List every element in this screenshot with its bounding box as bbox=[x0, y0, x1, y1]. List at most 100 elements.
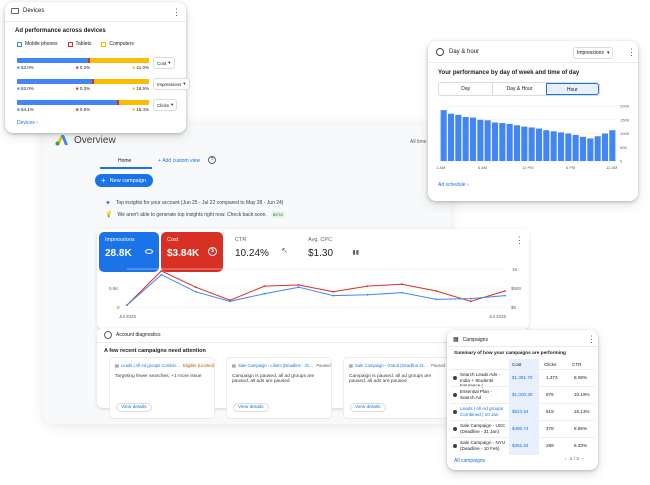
campaign-link-2[interactable]: Sale Campaign - Lifetm (Deadline - 31… bbox=[238, 363, 313, 368]
series-point[interactable] bbox=[263, 292, 266, 295]
series-point[interactable] bbox=[469, 300, 472, 303]
table-row[interactable]: Sale Campaign - USC (Deadline - 31 Jan) $… bbox=[450, 420, 595, 438]
device-metric-dropdown[interactable]: Impressions ▾ bbox=[153, 78, 190, 90]
series-point[interactable] bbox=[332, 294, 335, 297]
all-campaigns-link[interactable]: All campaigns bbox=[454, 458, 485, 464]
series-point[interactable] bbox=[332, 290, 335, 293]
series-point[interactable] bbox=[194, 286, 197, 289]
hour-bar[interactable] bbox=[572, 134, 579, 161]
campaign-name[interactable]: Sale Campaign - USC (Deadline - 31 Jan) bbox=[460, 423, 506, 434]
dayhour-metric-dropdown[interactable]: Impressions ▾ bbox=[573, 47, 614, 59]
col-header-cost[interactable]: Cost bbox=[512, 362, 521, 367]
campaign-name[interactable]: Leads | All Ad groups Combined | 10 Jan bbox=[460, 406, 506, 417]
series-point[interactable] bbox=[366, 293, 369, 296]
prev-page-icon[interactable]: ‹ bbox=[565, 457, 567, 462]
table-row[interactable]: Search Leads Ads - India + Students Insu… bbox=[450, 369, 595, 388]
hour-bar[interactable] bbox=[528, 127, 535, 161]
view-details-3[interactable]: View details bbox=[350, 403, 386, 412]
hour-bar[interactable] bbox=[491, 122, 499, 162]
help-icon[interactable]: ? bbox=[208, 156, 216, 164]
new-campaign-button[interactable]: + New campaign bbox=[95, 174, 153, 187]
hour-bar[interactable] bbox=[477, 119, 484, 161]
view-details-1[interactable]: View details bbox=[116, 403, 152, 412]
tab-add-custom-view[interactable]: + Add custom view bbox=[158, 158, 200, 164]
hour-bar[interactable] bbox=[521, 126, 528, 161]
series-point[interactable] bbox=[263, 285, 266, 287]
pager: ‹ 1 / 3 › bbox=[565, 457, 584, 462]
series-point[interactable] bbox=[504, 294, 506, 297]
devices-link[interactable]: Devices › bbox=[17, 120, 38, 126]
performance-more-icon[interactable]: ⋮ bbox=[515, 236, 524, 245]
tablet-value: ■ 0.5% bbox=[75, 107, 91, 112]
campaign-link-1[interactable]: Leads | All Ad groups Combin… bbox=[121, 363, 180, 368]
tab-hour[interactable]: Hour bbox=[545, 83, 599, 95]
campaign-name[interactable]: Essential Plan - Search Ad bbox=[460, 389, 506, 400]
series-point[interactable] bbox=[435, 298, 438, 301]
tab-day[interactable]: Day bbox=[439, 86, 492, 92]
dayhour-more-icon[interactable]: ⋮ bbox=[627, 48, 636, 57]
devices-subtitle: Ad performance across devices bbox=[15, 28, 106, 34]
col-header-clicks[interactable]: Clicks bbox=[544, 362, 556, 367]
hour-bar[interactable] bbox=[557, 132, 565, 161]
hour-bar[interactable] bbox=[447, 113, 455, 161]
series-point[interactable] bbox=[366, 285, 369, 287]
campaigns-header: ▦ Campaigns bbox=[453, 336, 488, 344]
campaigns-card: ▦ Campaigns ⋮ Summary of how your campai… bbox=[447, 330, 598, 470]
series-point[interactable] bbox=[194, 290, 197, 293]
table-row[interactable]: Leads | All Ad groups Combined | 10 Jan $… bbox=[450, 403, 595, 421]
series-point[interactable] bbox=[401, 283, 403, 286]
series-point[interactable] bbox=[435, 290, 438, 292]
campaigns-more-icon[interactable]: ⋮ bbox=[587, 335, 596, 344]
sparkle-icon: ✦ bbox=[105, 200, 111, 207]
hour-bar[interactable] bbox=[609, 130, 616, 161]
campaign-link-3[interactable]: Sale Campaign - Grand (Deadline 31… bbox=[355, 363, 428, 368]
series-point[interactable] bbox=[297, 284, 300, 286]
hour-bar[interactable] bbox=[462, 117, 469, 161]
series-point[interactable] bbox=[401, 291, 403, 294]
tab-day-hour[interactable]: Day & Hour bbox=[492, 83, 545, 95]
hour-bar[interactable] bbox=[543, 130, 550, 161]
hour-bar[interactable] bbox=[579, 136, 587, 161]
series-point[interactable] bbox=[160, 273, 163, 276]
hour-bar[interactable] bbox=[535, 128, 543, 161]
hour-bar[interactable] bbox=[513, 125, 521, 161]
col-header-ctr[interactable]: CTR bbox=[572, 362, 581, 367]
campaigns-subtitle: Summary of how your campaigns are perfor… bbox=[454, 351, 566, 356]
hour-bar[interactable] bbox=[550, 131, 557, 161]
devices-more-icon[interactable]: ⋮ bbox=[172, 8, 181, 17]
insights-row: ✦ Top insights for your account (Jun 25 … bbox=[105, 200, 284, 207]
device-row: ■ 84.1% ■ 0.5% ■ 15.4% bbox=[17, 100, 149, 112]
device-metric-dropdown[interactable]: Clicks ▾ bbox=[153, 99, 178, 111]
campaign-card-1: ▤ Leads | All Ad groups Combin… Eligible (… bbox=[109, 357, 215, 419]
status-dot bbox=[453, 444, 457, 448]
series-point[interactable] bbox=[504, 290, 506, 292]
series-point[interactable] bbox=[297, 286, 300, 289]
hour-bar[interactable] bbox=[506, 123, 513, 161]
hour-bar[interactable] bbox=[484, 120, 491, 161]
ad-schedule-link[interactable]: Ad schedule › bbox=[438, 182, 469, 188]
series-point[interactable] bbox=[469, 297, 472, 300]
campaign-name[interactable]: Sale Campaign - NYU (Deadline - 10 Feb) bbox=[460, 440, 506, 451]
bar-chart-icon: ▮▮ bbox=[352, 250, 359, 256]
date-range[interactable]: All time bbox=[410, 139, 426, 145]
mobile-value: ■ 84.1% bbox=[17, 107, 34, 112]
series-point[interactable] bbox=[229, 300, 232, 303]
next-page-icon[interactable]: › bbox=[582, 457, 584, 462]
hour-bar[interactable] bbox=[601, 133, 609, 162]
computer-segment bbox=[90, 58, 149, 63]
hour-bar[interactable] bbox=[587, 138, 594, 161]
hour-bar[interactable] bbox=[469, 117, 477, 161]
table-row[interactable]: Essential Plan - Search Ad $1,000.30 976 10… bbox=[450, 386, 595, 404]
hour-bar[interactable] bbox=[499, 123, 506, 161]
device-metric-dropdown[interactable]: Cost ▾ bbox=[153, 57, 175, 69]
tab-home[interactable]: Home bbox=[118, 158, 131, 164]
table-row[interactable]: Sale Campaign - NYU (Deadline - 10 Feb) $… bbox=[450, 437, 595, 455]
hour-bar[interactable] bbox=[440, 110, 447, 161]
hour-bar[interactable] bbox=[594, 136, 601, 161]
view-details-2[interactable]: View details bbox=[233, 403, 269, 412]
y-tick-left-0: 0 bbox=[117, 305, 120, 310]
hour-bar[interactable] bbox=[565, 133, 572, 162]
series-point[interactable] bbox=[126, 304, 128, 306]
hour-bar[interactable] bbox=[455, 114, 462, 161]
series-point[interactable] bbox=[160, 270, 163, 272]
